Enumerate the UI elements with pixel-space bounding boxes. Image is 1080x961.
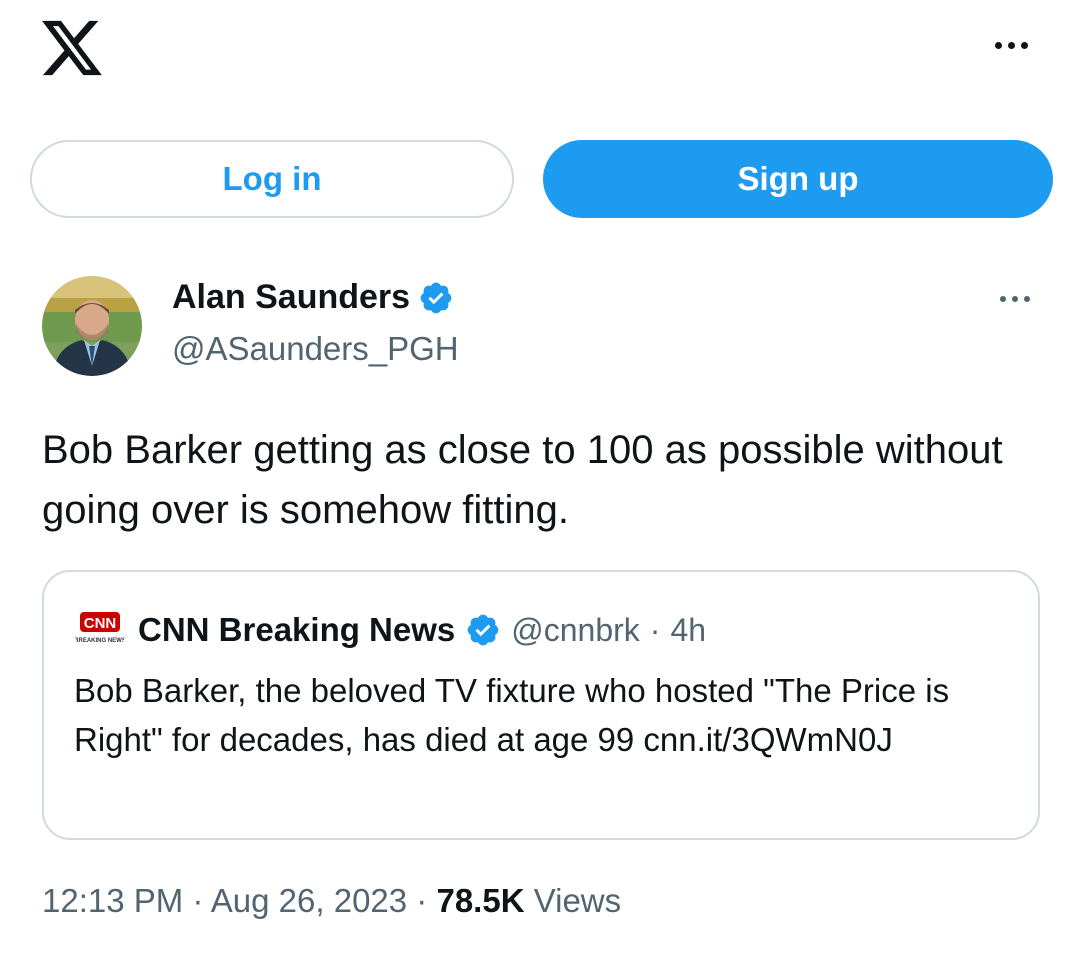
tweet-more-button[interactable]	[990, 286, 1040, 312]
more-horizontal-icon	[994, 41, 1028, 49]
x-logo-icon[interactable]	[42, 20, 102, 76]
login-label: Log in	[222, 160, 322, 197]
cnn-logo-subtext: BREAKING NEWS	[74, 638, 126, 644]
author-avatar[interactable]	[42, 276, 142, 376]
cnn-logo-avatar[interactable]: CNN BREAKING NEWS	[74, 604, 126, 656]
tweet-meta: 12:13 PM · Aug 26, 2023 · 78.5K Views	[42, 882, 621, 920]
more-horizontal-icon	[1000, 296, 1030, 302]
tweet-text: Bob Barker getting as close to 100 as po…	[42, 428, 1003, 532]
tweet-date[interactable]: Aug 26, 2023	[211, 882, 407, 919]
quoted-tweet-card[interactable]: CNN BREAKING NEWS CNN Breaking News @cnn…	[42, 570, 1040, 840]
author-name-row[interactable]: Alan Saunders	[172, 278, 454, 317]
verified-badge-icon	[467, 614, 499, 646]
verified-badge-icon	[420, 282, 452, 313]
cnn-logo-text: CNN	[84, 615, 117, 632]
tweet-time[interactable]: 12:13 PM	[42, 882, 183, 919]
quoted-author-name: CNN Breaking News	[138, 611, 456, 648]
quoted-tweet-header: CNN BREAKING NEWS CNN Breaking News @cnn…	[74, 604, 706, 656]
quoted-tweet-age: 4h	[670, 611, 707, 648]
separator-dot: ·	[192, 882, 204, 919]
quoted-tweet-text: Bob Barker, the beloved TV fixture who h…	[74, 672, 950, 758]
quoted-author-handle: @cnnbrk	[511, 611, 640, 648]
views-label: Views	[533, 882, 622, 919]
separator-dot: ·	[649, 611, 661, 648]
separator-dot: ·	[416, 882, 428, 919]
login-button[interactable]: Log in	[30, 140, 514, 218]
views-count: 78.5K	[436, 882, 525, 919]
author-name: Alan Saunders	[172, 278, 411, 316]
signup-button[interactable]: Sign up	[543, 140, 1053, 218]
signup-label: Sign up	[737, 160, 859, 197]
header-more-button[interactable]	[986, 30, 1036, 60]
author-handle[interactable]: @ASaunders_PGH	[172, 330, 459, 368]
